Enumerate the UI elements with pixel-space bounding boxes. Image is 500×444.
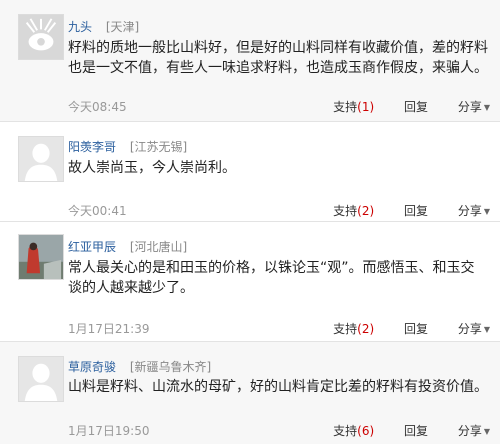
support-label: 支持 (333, 424, 358, 438)
support-count: (2) (357, 204, 375, 218)
share-label: 分享 (457, 100, 482, 114)
support-label: 支持 (333, 100, 358, 114)
share-button[interactable]: 分享 ▼ (458, 202, 490, 219)
comment-item: 九头 [天津] 籽料的质地一般比山料好，但是好的山料同样有收藏价值，差的籽料也是… (0, 0, 500, 122)
comment-actions: 支持(6) 回复 分享 ▼ (307, 422, 490, 439)
user-location: [江苏无锡] (129, 140, 188, 154)
comment-text: 籽料的质地一般比山料好，但是好的山料同样有收藏价值，差的籽料也是一文不值，有些人… (68, 40, 488, 76)
avatar[interactable] (18, 136, 64, 182)
comment-item: 草原奇骏 [新疆乌鲁木齐] 山料是籽料、山流水的母矿，好的山料肯定比差的籽料有投… (0, 342, 500, 444)
support-button[interactable]: 支持(2) (333, 320, 374, 337)
username[interactable]: 阳羡李哥 (68, 140, 116, 154)
comment-time: 今天08:45 (68, 100, 127, 114)
comment-actions: 支持(1) 回复 分享 ▼ (307, 98, 490, 115)
username[interactable]: 九头 (68, 20, 92, 34)
comment-meta: 草原奇骏 [新疆乌鲁木齐] (68, 358, 211, 375)
reply-button[interactable]: 回复 (404, 98, 428, 115)
comment-meta: 阳羡李哥 [江苏无锡] (68, 138, 187, 155)
reply-button[interactable]: 回复 (404, 202, 428, 219)
support-label: 支持 (333, 322, 358, 336)
support-count: (6) (357, 424, 375, 438)
default-avatar-icon (19, 357, 63, 401)
comment-time: 1月17日19:50 (68, 424, 150, 438)
share-label: 分享 (457, 424, 482, 438)
chevron-down-icon: ▼ (483, 207, 490, 216)
support-label: 支持 (333, 204, 358, 218)
comment-item: 红亚甲辰 [河北唐山] 常人最关心的是和田玉的价格，以铢论玉“观”。而感悟玉、和… (0, 222, 500, 342)
reply-button[interactable]: 回复 (404, 422, 428, 439)
support-button[interactable]: 支持(1) (333, 98, 374, 115)
chevron-down-icon: ▼ (483, 103, 490, 112)
comment-time: 1月17日21:39 (68, 322, 150, 336)
comment-item: 阳羡李哥 [江苏无锡] 故人崇尚玉，今人崇尚利。 今天00:41 支持(2) 回… (0, 122, 500, 222)
support-button[interactable]: 支持(6) (333, 422, 374, 439)
avatar[interactable] (18, 14, 64, 60)
avatar[interactable] (18, 356, 64, 402)
comment-meta: 红亚甲辰 [河北唐山] (68, 238, 187, 255)
comment-time: 今天00:41 (68, 204, 127, 218)
comment-actions: 支持(2) 回复 分享 ▼ (307, 320, 490, 337)
share-button[interactable]: 分享 ▼ (458, 422, 490, 439)
chevron-down-icon: ▼ (483, 427, 490, 436)
support-count: (2) (357, 322, 375, 336)
share-label: 分享 (457, 204, 482, 218)
comment-text: 山料是籽料、山流水的母矿，好的山料肯定比差的籽料有投资价值。 (68, 379, 488, 395)
support-count: (1) (357, 100, 375, 114)
chevron-down-icon: ▼ (483, 325, 490, 334)
weibo-logo-icon (19, 15, 63, 59)
default-avatar-icon (19, 137, 63, 181)
comment-text: 故人崇尚玉，今人崇尚利。 (68, 160, 236, 176)
comment-actions: 支持(2) 回复 分享 ▼ (307, 202, 490, 219)
reply-button[interactable]: 回复 (404, 320, 428, 337)
user-location: [河北唐山] (129, 240, 188, 254)
share-label: 分享 (457, 322, 482, 336)
user-location: [新疆乌鲁木齐] (129, 360, 212, 374)
username[interactable]: 红亚甲辰 (68, 240, 116, 254)
comment-text: 常人最关心的是和田玉的价格，以铢论玉“观”。而感悟玉、和玉交谈的人越来越少了。 (68, 260, 475, 296)
comment-meta: 九头 [天津] (68, 18, 139, 35)
share-button[interactable]: 分享 ▼ (458, 98, 490, 115)
share-button[interactable]: 分享 ▼ (458, 320, 490, 337)
user-photo-avatar (19, 235, 63, 279)
avatar[interactable] (18, 234, 64, 280)
username[interactable]: 草原奇骏 (68, 360, 116, 374)
user-location: [天津] (105, 20, 140, 34)
support-button[interactable]: 支持(2) (333, 202, 374, 219)
